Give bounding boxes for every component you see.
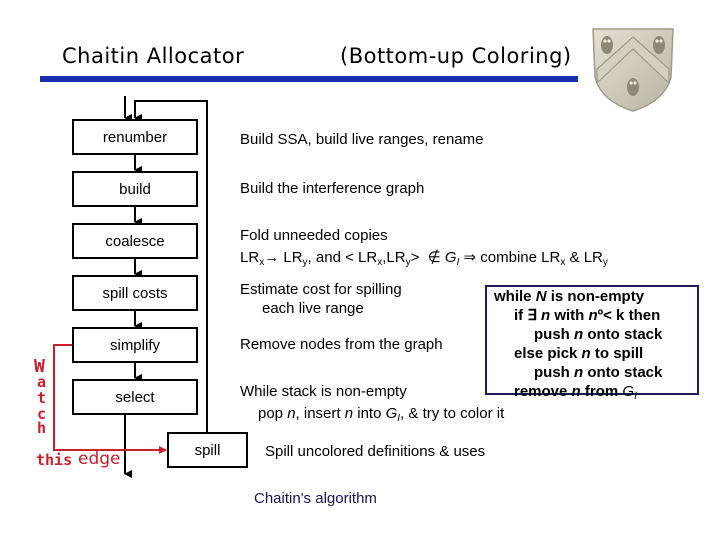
algo-line-2: if ∃ n with nº< k then <box>514 307 661 324</box>
renumber-box: renumber <box>72 119 198 155</box>
algo-line-4: else pick n to spill <box>514 345 644 362</box>
select-box: select <box>72 379 198 415</box>
simplify-algorithm-box: while N is non-empty if ∃ n with nº< k t… <box>485 285 699 402</box>
spill-costs-description-line1: Estimate cost for spilling <box>240 281 402 298</box>
watch-letter-h: h <box>37 419 47 437</box>
algo-line-6: remove n from GI <box>514 383 637 402</box>
coalesce-description-line2: LRx→ LRy, and < LRx,LRy> ∉ GI ⇒ combine … <box>240 249 608 268</box>
simplify-description: Remove nodes from the graph <box>240 336 443 353</box>
algo-line-5: push n onto stack <box>534 364 663 381</box>
simplify-box: simplify <box>72 327 198 363</box>
spill-costs-box: spill costs <box>72 275 198 311</box>
caption: Chaitin's algorithm <box>254 490 377 507</box>
select-description-line2: pop n, insert n into GI, & try to color … <box>258 405 505 424</box>
coalesce-description-line1: Fold unneeded copies <box>240 227 388 244</box>
spill-description: Spill uncolored definitions & uses <box>265 443 486 460</box>
algo-line-1: while N is non-empty <box>494 288 645 305</box>
build-description: Build the interference graph <box>240 180 425 197</box>
spill-box: spill <box>167 432 248 468</box>
coalesce-box: coalesce <box>72 223 198 259</box>
spill-costs-description-line2: each live range <box>262 300 364 317</box>
watch-edge-label: edge <box>78 449 121 469</box>
algo-line-3: push n onto stack <box>534 326 663 343</box>
watch-this-label: this <box>36 451 73 469</box>
select-description-line1: While stack is non-empty <box>240 383 407 400</box>
renumber-description: Build SSA, build live ranges, rename <box>240 131 484 148</box>
build-box: build <box>72 171 198 207</box>
